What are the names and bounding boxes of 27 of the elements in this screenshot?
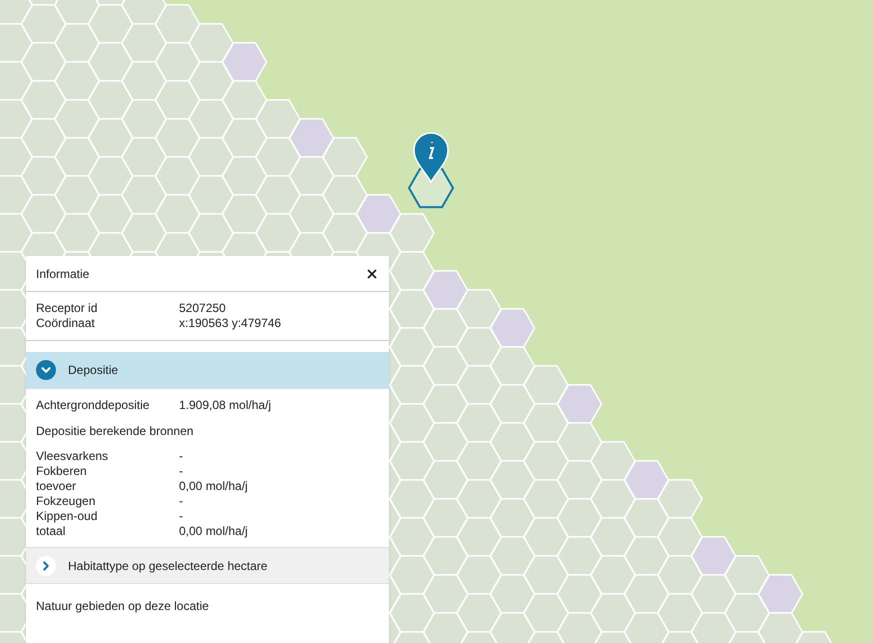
field-value: 5207250 [179,301,226,316]
field-label: totaal [36,524,66,539]
field-value: 0,00 mol/ha/j [179,524,248,539]
field-label: Receptor id [36,301,98,316]
field-label: Vleesvarkens [36,449,110,464]
chevron-down-icon [36,360,56,380]
field-label: Coördinaat [36,316,96,331]
field-value: - [179,449,183,464]
panel-title: Informatie [36,266,90,282]
info-marker-icon[interactable] [406,130,456,210]
field-label: Achtergronddepositie [36,398,150,413]
field-value: x:190563 y:479746 [179,316,282,331]
chevron-right-icon [36,556,56,576]
field-value: 0,00 mol/ha/j [179,479,248,494]
field-value: 1.909,08 mol/ha/j [179,398,272,413]
section-header[interactable]: Habitattype op geselecteerde hectare [26,547,389,584]
close-button[interactable] [365,266,379,280]
field-label: toevoer [36,479,78,494]
field-value: - [179,494,183,509]
field-label: Kippen-oud [36,509,98,524]
section-header[interactable]: Depositie [26,352,389,389]
field-label: Fokberen [36,464,88,479]
section-heading: Natuur gebieden op deze locatie [36,599,209,613]
field-label: Fokzeugen [36,494,96,509]
field-value: - [179,509,183,524]
section-subtitle: Depositie berekende bronnen [36,423,194,440]
field-value: - [179,464,183,479]
